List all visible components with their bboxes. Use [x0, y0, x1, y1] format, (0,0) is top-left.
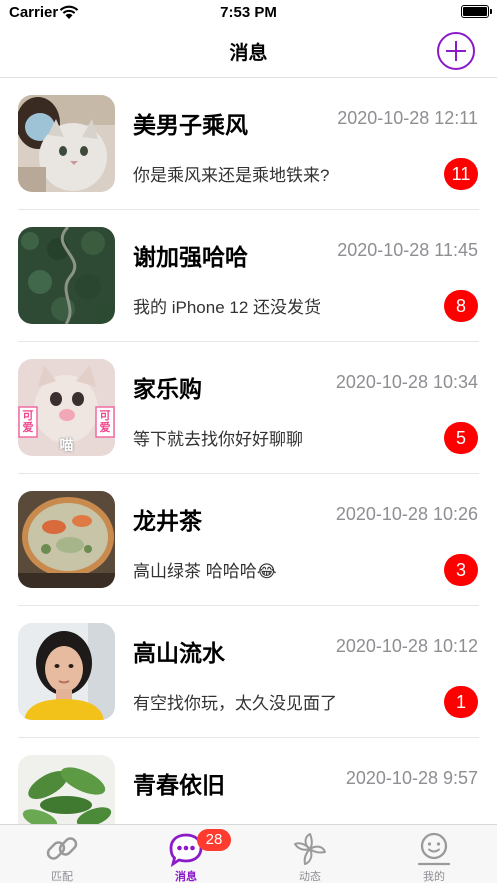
chat-row[interactable]: 龙井茶 2020-10-28 10:26 高山绿茶 哈哈哈😂 3 — [0, 474, 497, 606]
chat-row[interactable]: 青春依旧 2020-10-28 9:57 — [0, 738, 497, 824]
avatar-caption-bottom: 喵 — [59, 437, 74, 453]
tab-bar: 匹配 28 消息 动态 我的 — [0, 824, 497, 883]
chat-preview: 等下就去找你好好聊聊 — [133, 430, 303, 449]
chat-preview: 高山绿茶 哈哈哈😂 — [133, 557, 277, 582]
laughing-emoji-icon: 😂 — [256, 562, 277, 581]
tab-label: 消息 — [175, 871, 197, 883]
tab-label: 我的 — [423, 871, 445, 883]
unread-badge: 5 — [444, 422, 478, 454]
avatar-woman-portrait — [18, 623, 115, 720]
chat-time: 2020-10-28 10:26 — [335, 504, 478, 524]
chat-name: 高山流水 — [133, 640, 225, 666]
chat-row[interactable]: 可爱 可爱 喵 家乐购 2020-10-28 10:34 等下就去找你好好聊聊 … — [0, 342, 497, 474]
chat-time: 2020-10-28 9:57 — [345, 768, 478, 788]
tab-label: 动态 — [299, 871, 321, 883]
tab-moments[interactable]: 动态 — [248, 825, 372, 883]
chat-row[interactable]: 谢加强哈哈 2020-10-28 11:45 我的 iPhone 12 还没发货… — [0, 210, 497, 342]
chat-preview: 我的 iPhone 12 还没发货 — [133, 298, 322, 317]
pinwheel-icon — [294, 833, 326, 865]
avatar-caption-right: 可爱 — [99, 410, 111, 434]
chat-time: 2020-10-28 11:45 — [337, 240, 478, 260]
unread-badge: 1 — [444, 686, 478, 718]
tab-badge: 28 — [197, 829, 231, 851]
battery-icon — [461, 5, 492, 18]
chat-name: 谢加强哈哈 — [133, 244, 248, 270]
chat-name: 美男子乘风 — [133, 112, 248, 138]
chat-time: 2020-10-28 10:12 — [335, 636, 478, 656]
chat-row[interactable]: 高山流水 2020-10-28 10:12 有空找你玩，太久没见面了 1 — [0, 606, 497, 738]
smiley-face-icon — [417, 832, 451, 866]
chat-time: 2020-10-28 12:11 — [337, 108, 478, 128]
tab-label: 匹配 — [51, 871, 73, 883]
unread-badge: 8 — [444, 290, 478, 322]
tab-match[interactable]: 匹配 — [0, 825, 124, 883]
page-title: 消息 — [229, 43, 268, 64]
chat-preview: 有空找你玩，太久没见面了 — [133, 694, 337, 713]
unread-badge: 3 — [444, 554, 478, 586]
add-chat-button[interactable] — [437, 32, 475, 70]
chat-name: 龙井茶 — [133, 508, 202, 534]
avatar-cute-cat-sticker: 可爱 可爱 喵 — [18, 359, 115, 456]
chat-list: 美男子乘风 2020-10-28 12:11 你是乘风来还是乘地铁来? 11 谢… — [0, 78, 497, 824]
unread-badge: 11 — [444, 158, 478, 190]
avatar-aerial-forest-road — [18, 227, 115, 324]
avatar-soup-bowl — [18, 491, 115, 588]
chat-row[interactable]: 美男子乘风 2020-10-28 12:11 你是乘风来还是乘地铁来? 11 — [0, 78, 497, 210]
avatar-green-plant — [18, 755, 115, 824]
avatar-caption-left: 可爱 — [22, 410, 34, 434]
chat-name: 青春依旧 — [133, 772, 225, 798]
status-bar: Carrier 7:53 PM — [0, 0, 497, 26]
avatar-masked-person-with-cat — [18, 95, 115, 192]
chat-time: 2020-10-28 10:34 — [335, 372, 478, 392]
tab-profile[interactable]: 我的 — [372, 825, 496, 883]
clock-time: 7:53 PM — [220, 4, 277, 21]
link-icon — [46, 837, 78, 860]
chat-preview: 你是乘风来还是乘地铁来? — [133, 166, 330, 185]
chat-preview-text: 高山绿茶 哈哈哈 — [133, 562, 257, 581]
navigation-bar: 消息 — [0, 26, 497, 78]
chat-name: 家乐购 — [133, 376, 202, 402]
tab-messages[interactable]: 28 消息 — [124, 825, 248, 883]
